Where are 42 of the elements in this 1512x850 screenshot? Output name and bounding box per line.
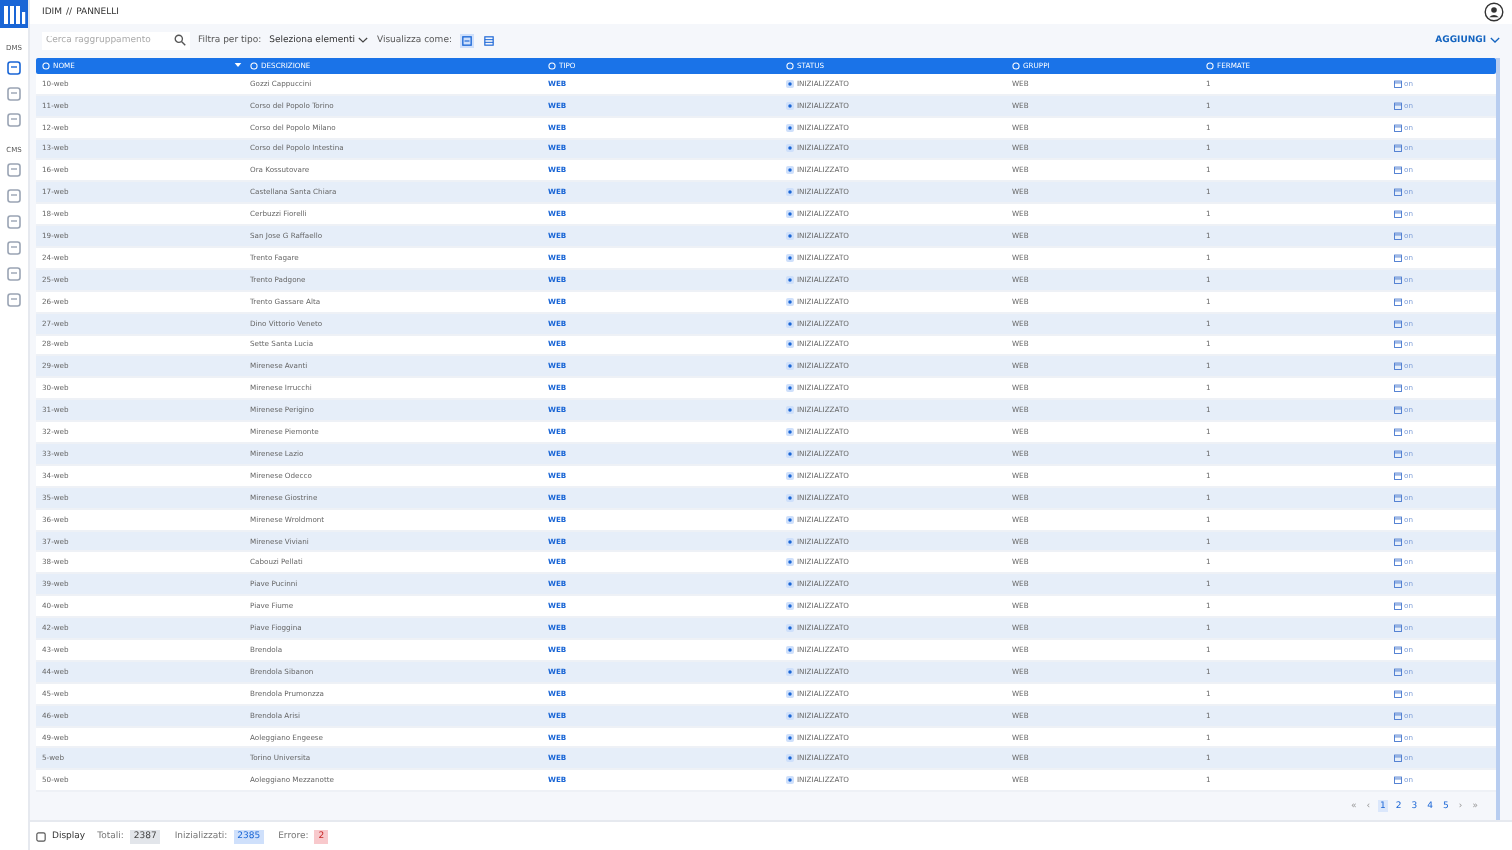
sidebar-icon[interactable] — [4, 212, 24, 232]
status-icon — [786, 645, 794, 654]
column-icon — [1206, 61, 1214, 70]
column-icon — [548, 61, 556, 70]
status-icon — [786, 79, 794, 88]
status-icon — [786, 210, 794, 219]
column-icon — [250, 61, 258, 70]
caret-icon[interactable] — [1490, 36, 1500, 44]
column-icon — [1012, 61, 1020, 70]
sort-caret-icon[interactable] — [234, 62, 242, 69]
sidebar-icon[interactable] — [4, 264, 24, 284]
search-icon — [174, 34, 186, 46]
sidebar-icon[interactable] — [4, 238, 24, 258]
status-icon — [786, 776, 794, 785]
status-icon — [786, 537, 794, 545]
status-icon — [786, 297, 794, 306]
status-icon — [786, 602, 794, 611]
sidebar-icon[interactable] — [4, 58, 24, 78]
app-logo[interactable] — [0, 0, 28, 28]
status-icon — [786, 471, 794, 480]
display-icon — [36, 831, 46, 841]
sidebar-icon[interactable] — [4, 160, 24, 180]
status-icon — [786, 384, 794, 393]
sidebar-icon[interactable] — [4, 84, 24, 104]
status-icon — [786, 558, 794, 567]
status-icon — [786, 733, 794, 742]
status-icon — [786, 515, 794, 524]
column-icon — [786, 61, 794, 70]
status-icon — [786, 123, 794, 132]
status-icon — [786, 253, 794, 262]
column-icon — [42, 61, 50, 70]
status-icon — [786, 340, 794, 349]
list-view-icon[interactable] — [481, 33, 496, 47]
grid-view-icon[interactable] — [459, 33, 474, 47]
sidebar-icon[interactable] — [4, 290, 24, 310]
status-icon — [786, 689, 794, 698]
status-icon — [786, 428, 794, 437]
user-avatar-icon[interactable] — [1484, 2, 1504, 22]
sidebar-icon[interactable] — [4, 186, 24, 206]
caret-icon — [358, 36, 369, 44]
sidebar-icon[interactable] — [4, 110, 24, 130]
status-icon — [786, 166, 794, 175]
